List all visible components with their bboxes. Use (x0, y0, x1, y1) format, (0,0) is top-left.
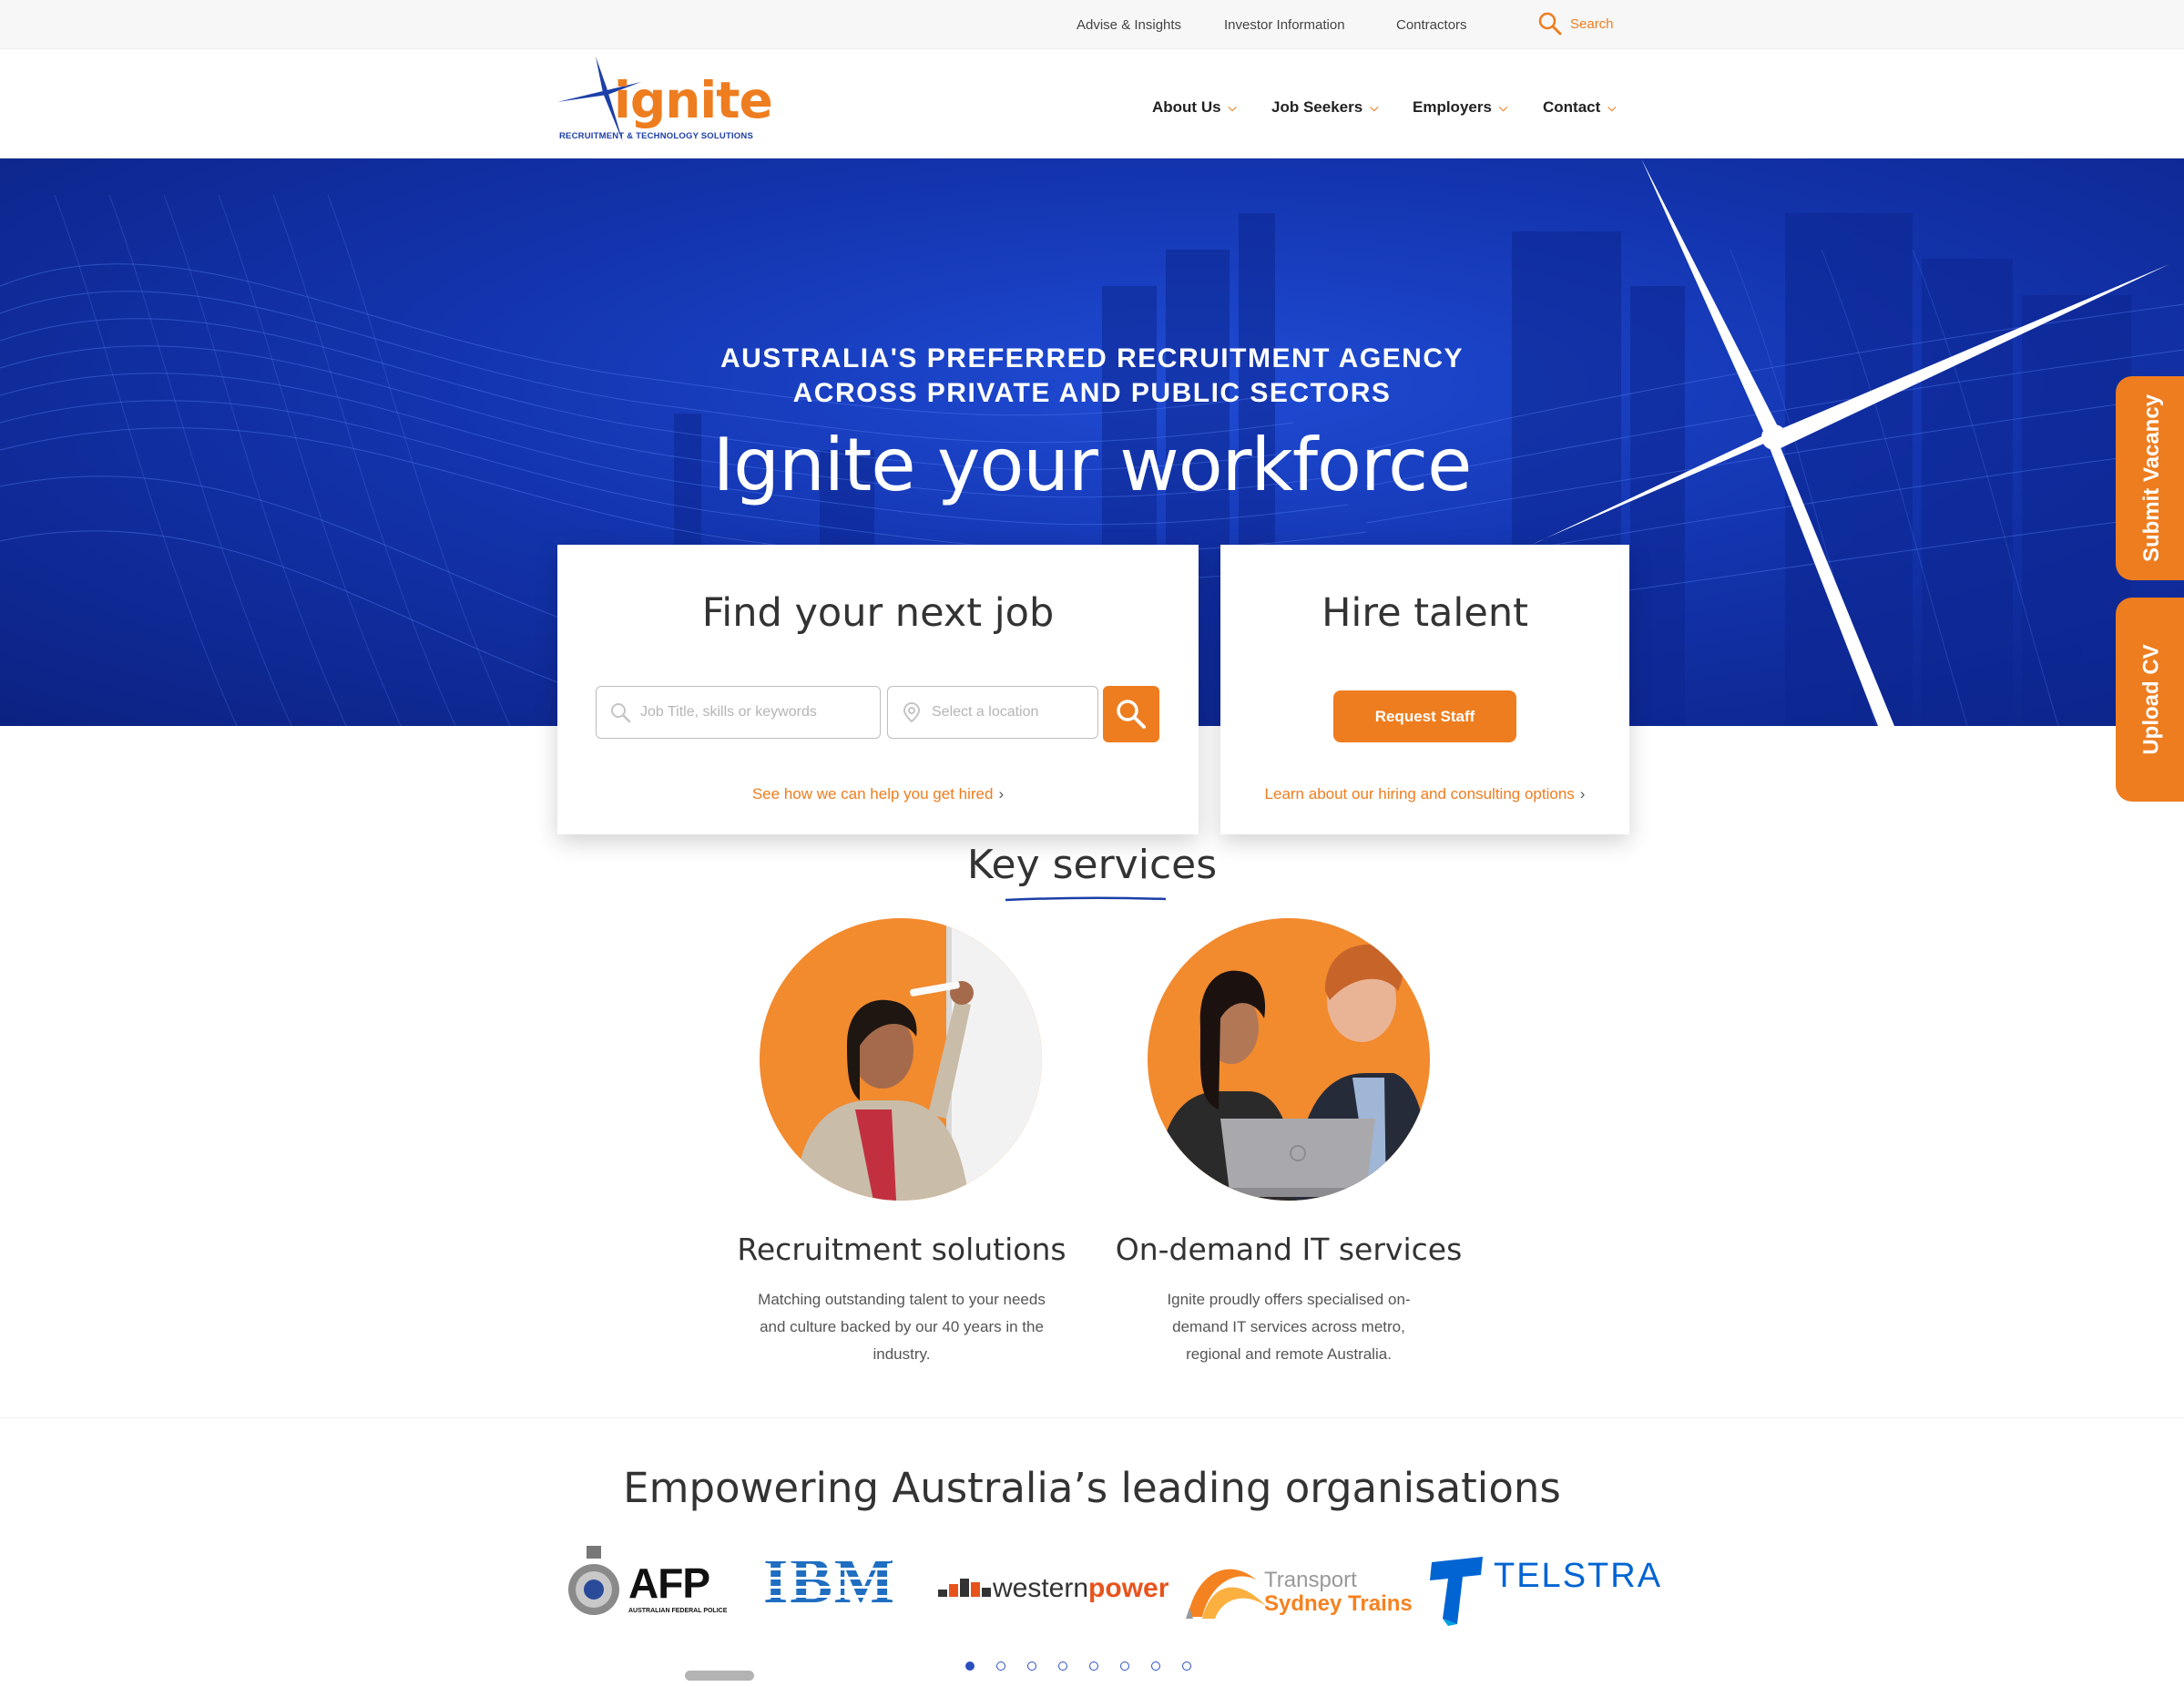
search-label: Search (1570, 15, 1614, 32)
location-pin-icon (903, 701, 921, 723)
get-hired-link-text: See how we can help you get hired (751, 785, 994, 803)
utility-bar: Advise & Insights Investor Information C… (0, 0, 2184, 49)
job-keyword-placeholder: Job Title, skills or keywords (640, 704, 817, 720)
job-keyword-input[interactable]: Job Title, skills or keywords (596, 686, 881, 739)
chevron-down-icon: ⌵ (1228, 100, 1237, 114)
recruitment-solutions-image[interactable] (760, 918, 1042, 1201)
main-header (0, 49, 2184, 158)
request-staff-button[interactable]: Request Staff (1333, 690, 1516, 742)
clients-section: Empowering Australia’s leading organisat… (0, 1417, 2184, 1687)
job-search-button[interactable] (1103, 686, 1159, 742)
carousel-dot-6[interactable] (1120, 1661, 1129, 1671)
hero-kicker: AUSTRALIA'S PREFERRED RECRUITMENT AGENCY… (0, 342, 2184, 411)
sydney-trains-arc-icon (1186, 1569, 1266, 1619)
hire-talent-title: Hire talent (1322, 590, 1528, 636)
ibm-stripes (763, 1559, 891, 1607)
logo-tagline: RECRUITMENT & TECHNOLOGY SOLUTIONS (559, 131, 753, 141)
afp-logo-text: AFP (628, 1559, 710, 1607)
submit-vacancy-label: Submit Vacancy (2139, 394, 2165, 563)
scroll-handle[interactable] (685, 1671, 754, 1681)
telstra-logo-text: TELSTRA (1494, 1557, 1663, 1595)
on-demand-it-title[interactable]: On-demand IT services (1102, 1232, 1475, 1267)
key-services-title: Key services (966, 842, 1218, 888)
westernpower-text-part1: western (993, 1573, 1089, 1603)
carousel-dot-5[interactable] (1089, 1661, 1098, 1671)
westernpower-text-part2: power (1088, 1573, 1169, 1603)
nav-job-seekers[interactable]: Job Seekers ⌵ (1271, 98, 1378, 117)
hero-kicker-line2: ACROSS PRIVATE AND PUBLIC SECTORS (792, 378, 1392, 408)
recruitment-solutions-description: Matching outstanding talent to your need… (758, 1291, 1046, 1363)
afp-logo-subtext: AUSTRALIAN FEDERAL POLICE (628, 1608, 728, 1614)
carousel-dot-7[interactable] (1151, 1661, 1160, 1671)
hero-title: Ignite your workforce (712, 423, 1473, 507)
carousel-dot-2[interactable] (996, 1661, 1005, 1671)
find-job-card: Find your next job Job Title, skills or … (557, 545, 1199, 834)
ibm-logo: IBM (763, 1546, 894, 1628)
location-placeholder: Select a location (932, 704, 1039, 720)
carousel-dot-8[interactable] (1182, 1661, 1191, 1671)
transport-sydney-trains-logo: Transport Sydney Trains (1184, 1546, 1413, 1628)
chevron-down-icon: ⌵ (1607, 100, 1617, 114)
recruitment-solutions-title[interactable]: Recruitment solutions (719, 1232, 1084, 1267)
carousel-dot-1[interactable] (965, 1661, 975, 1671)
nav-label: Employers (1413, 98, 1492, 116)
on-demand-it-image[interactable] (1148, 918, 1430, 1201)
chevron-down-icon: ⌵ (1370, 100, 1379, 114)
upload-cv-tab[interactable]: Upload CV (2116, 598, 2184, 802)
submit-vacancy-tab[interactable]: Submit Vacancy (2116, 376, 2184, 580)
carousel-pagination (965, 1661, 1191, 1671)
westernpower-mark-icon (938, 1579, 991, 1597)
utility-link-investor-information[interactable]: Investor Information (1224, 17, 1345, 33)
search-icon (1538, 12, 1562, 36)
carousel-dot-4[interactable] (1058, 1661, 1067, 1671)
chevron-right-icon: › (1579, 785, 1586, 803)
location-select[interactable]: Select a location (887, 686, 1098, 739)
find-job-title: Find your next job (701, 590, 1055, 636)
transport-logo-text: Transport (1264, 1568, 1357, 1592)
hiring-options-link-text: Learn about our hiring and consulting op… (1264, 785, 1575, 803)
carousel-dot-3[interactable] (1027, 1661, 1036, 1671)
get-hired-link[interactable]: See how we can help you get hired › (557, 785, 1199, 803)
sydney-trains-logo-text: Sydney Trains (1264, 1591, 1413, 1616)
search-icon (611, 703, 631, 723)
on-demand-it-description: Ignite proudly offers specialised on-dem… (1167, 1291, 1411, 1363)
nav-label: Contact (1543, 98, 1601, 116)
nav-label: About Us (1152, 98, 1221, 116)
utility-link-advise-insights[interactable]: Advise & Insights (1077, 17, 1181, 33)
afp-badge-icon (568, 1546, 619, 1615)
telstra-logo: TELSTRA (1430, 1546, 1660, 1628)
hero-kicker-line1: AUSTRALIA'S PREFERRED RECRUITMENT AGENCY (719, 343, 1465, 373)
ignite-logo[interactable]: ignite RECRUITMENT & TECHNOLOGY SOLUTION… (557, 55, 773, 146)
upload-cv-label: Upload CV (2139, 644, 2164, 755)
title-underline (1005, 896, 1167, 902)
hire-talent-card: Hire talent Request Staff Learn about ou… (1220, 545, 1629, 834)
search-link[interactable]: Search (1537, 11, 1614, 36)
westernpower-logo: westernpower (938, 1546, 1169, 1628)
chevron-right-icon: › (998, 785, 1005, 803)
nav-label: Job Seekers (1271, 98, 1363, 116)
utility-link-contractors[interactable]: Contractors (1396, 17, 1467, 33)
telstra-t-icon (1430, 1557, 1483, 1626)
chevron-down-icon: ⌵ (1498, 100, 1508, 114)
nav-about-us[interactable]: About Us ⌵ (1152, 98, 1237, 117)
hiring-options-link[interactable]: Learn about our hiring and consulting op… (1220, 785, 1629, 803)
clients-title: Empowering Australia’s leading organisat… (623, 1464, 1561, 1512)
afp-logo: AFP AUSTRALIAN FEDERAL POLICE (566, 1546, 730, 1628)
search-icon (1117, 700, 1146, 729)
nav-contact[interactable]: Contact ⌵ (1543, 98, 1616, 117)
westernpower-logo-text: westernpower (993, 1573, 1169, 1604)
logo-wordmark: ignite (614, 71, 773, 129)
nav-employers[interactable]: Employers ⌵ (1413, 98, 1507, 117)
